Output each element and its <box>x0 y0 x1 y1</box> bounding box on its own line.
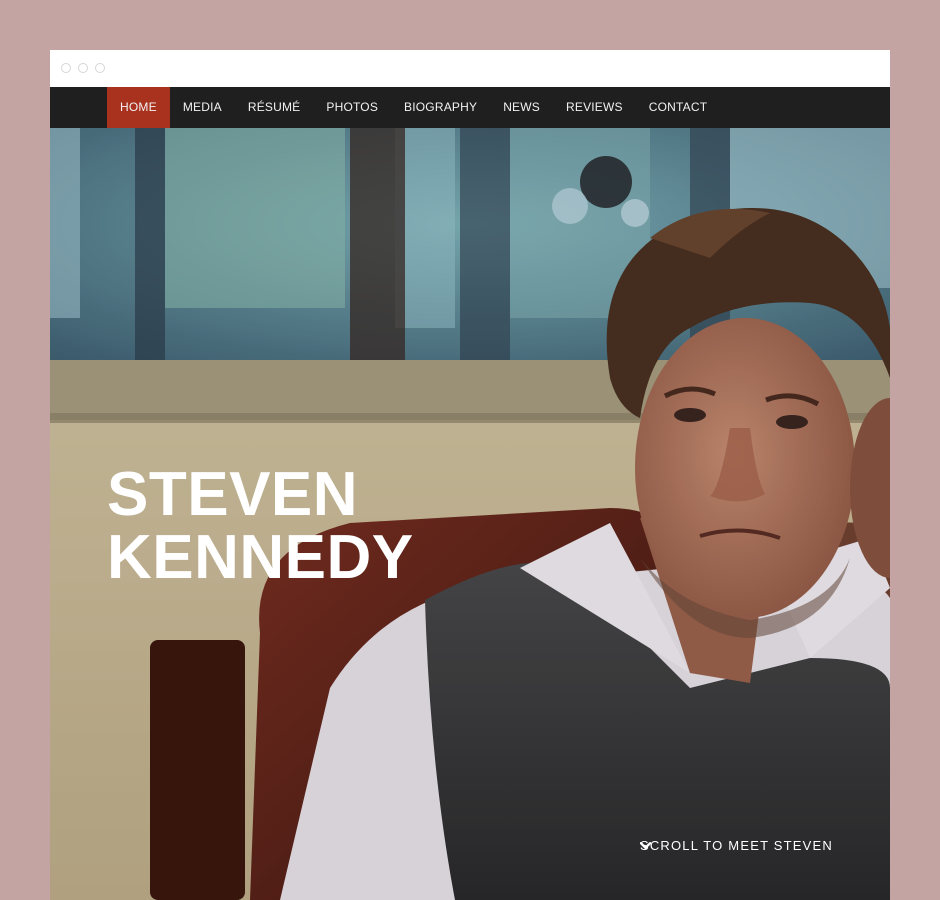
browser-titlebar <box>50 50 890 87</box>
window-minimize-dot[interactable] <box>78 63 88 73</box>
window-controls <box>61 63 105 73</box>
nav-item-contact[interactable]: CONTACT <box>636 87 721 128</box>
browser-window: HOME MEDIA RÉSUMÉ PHOTOS BIOGRAPHY NEWS … <box>50 50 890 900</box>
hero-title-line2: KENNEDY <box>107 523 414 592</box>
hero-title: STEVEN KENNEDY <box>107 463 414 589</box>
nav-item-biography[interactable]: BIOGRAPHY <box>391 87 490 128</box>
hero-title-line1: STEVEN <box>107 460 359 529</box>
scroll-label[interactable]: SCROLL TO MEET STEVEN <box>640 838 833 853</box>
nav-list: HOME MEDIA RÉSUMÉ PHOTOS BIOGRAPHY NEWS … <box>107 87 720 128</box>
nav-item-news[interactable]: NEWS <box>490 87 553 128</box>
main-nav: HOME MEDIA RÉSUMÉ PHOTOS BIOGRAPHY NEWS … <box>50 87 890 128</box>
nav-item-home[interactable]: HOME <box>107 87 170 128</box>
hero-section: STEVEN KENNEDY SCROLL TO MEET STEVEN <box>50 128 890 900</box>
scroll-cta[interactable]: SCROLL TO MEET STEVEN <box>639 838 833 853</box>
window-maximize-dot[interactable] <box>95 63 105 73</box>
nav-item-resume[interactable]: RÉSUMÉ <box>235 87 314 128</box>
window-close-dot[interactable] <box>61 63 71 73</box>
nav-item-reviews[interactable]: REVIEWS <box>553 87 636 128</box>
nav-item-media[interactable]: MEDIA <box>170 87 235 128</box>
chevron-down-icon[interactable] <box>639 840 651 851</box>
nav-item-photos[interactable]: PHOTOS <box>313 87 391 128</box>
